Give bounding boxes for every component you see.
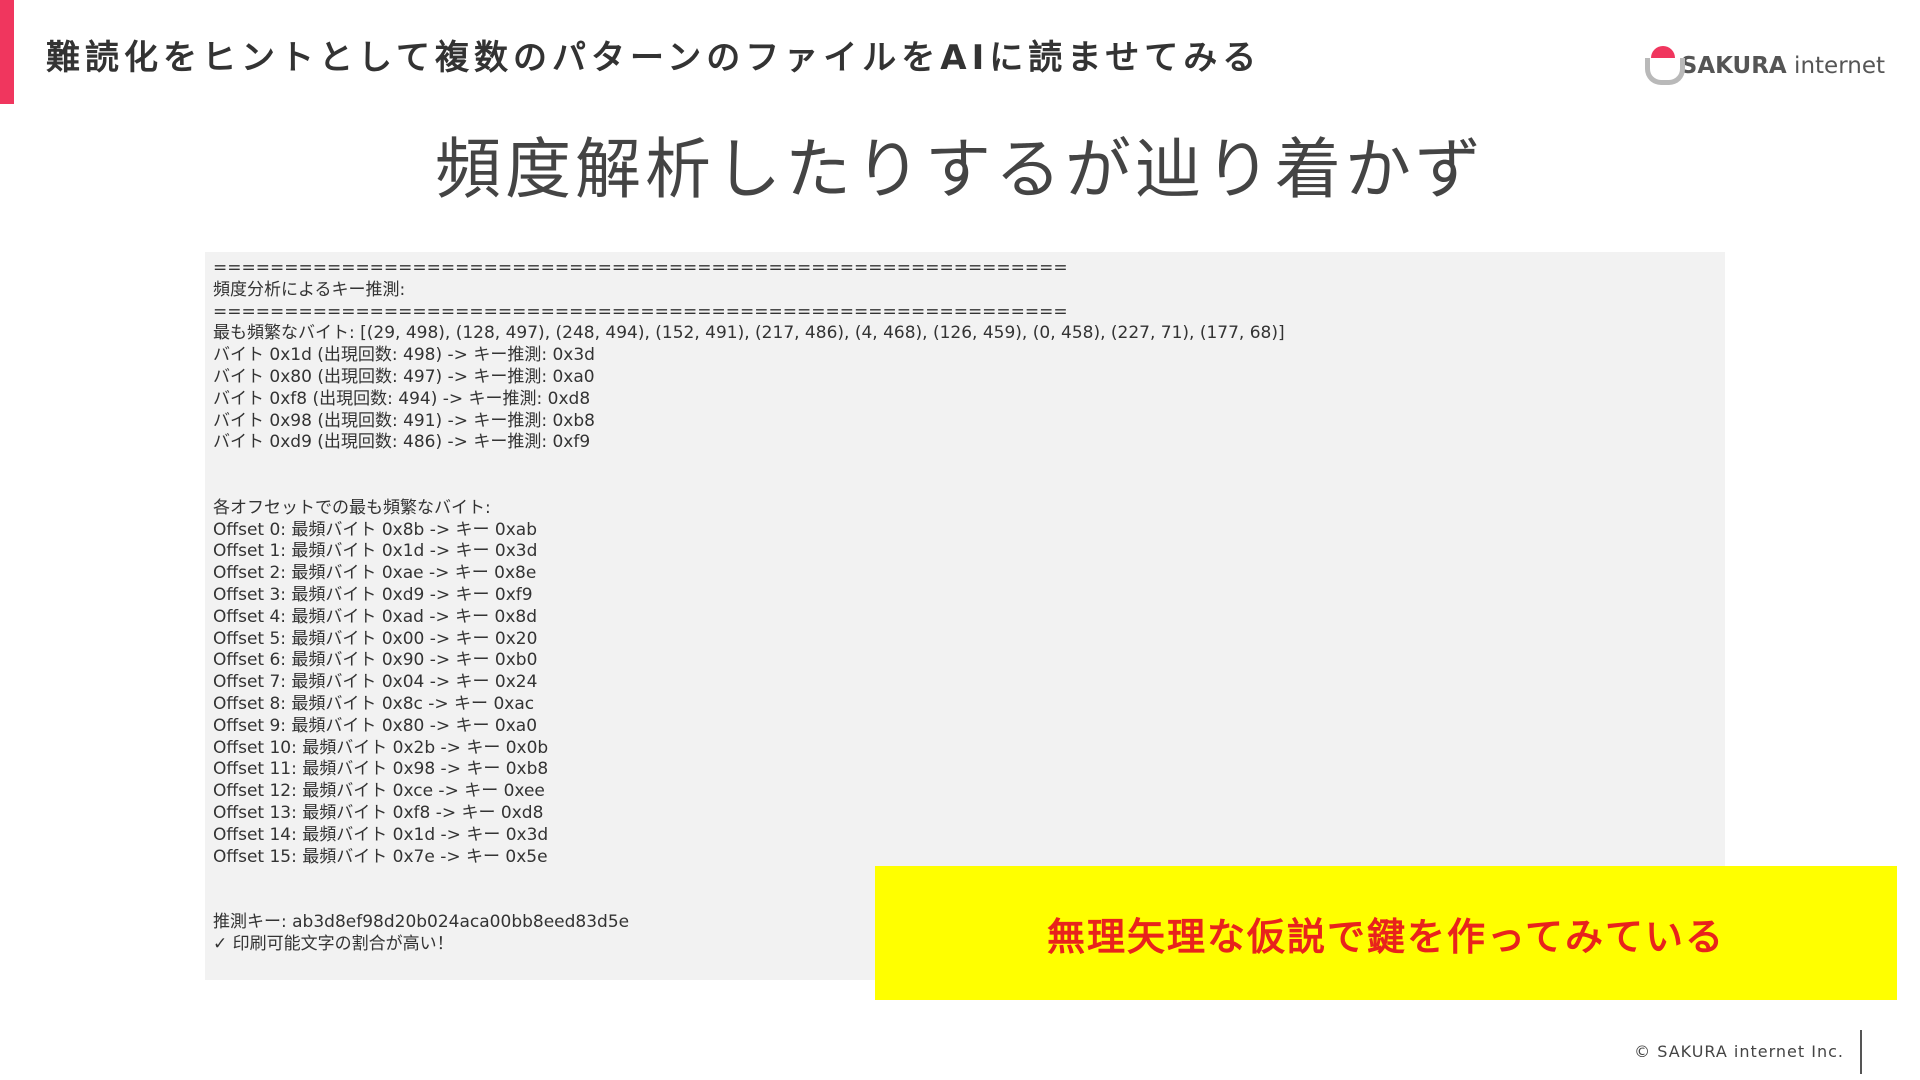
logo-suffix: internet bbox=[1786, 53, 1885, 79]
console-line: バイト 0x1d (出現回数: 498) -> キー推測: 0x3d bbox=[213, 345, 595, 366]
console-line: Offset 7: 最頻バイト 0x04 -> キー 0x24 bbox=[213, 672, 538, 693]
console-line: Offset 5: 最頻バイト 0x00 -> キー 0x20 bbox=[213, 628, 538, 649]
console-line: Offset 9: 最頻バイト 0x80 -> キー 0xa0 bbox=[213, 715, 538, 736]
console-line: Offset 2: 最頻バイト 0xae -> キー 0x8e bbox=[213, 563, 537, 584]
console-line: Offset 1: 最頻バイト 0x1d -> キー 0x3d bbox=[213, 541, 538, 562]
console-lines: ========================================… bbox=[213, 258, 1285, 956]
console-line: Offset 0: 最頻バイト 0x8b -> キー 0xab bbox=[213, 519, 537, 540]
callout-box: 無理矢理な仮説で鍵を作ってみている bbox=[875, 866, 1897, 1000]
console-line: Offset 4: 最頻バイト 0xad -> キー 0x8d bbox=[213, 606, 537, 627]
console-line: Offset 11: 最頻バイト 0x98 -> キー 0xb8 bbox=[213, 759, 549, 780]
console-line: バイト 0x98 (出現回数: 491) -> キー推測: 0xb8 bbox=[213, 410, 595, 431]
console-line: ========================================… bbox=[213, 301, 1068, 322]
console-line: Offset 13: 最頻バイト 0xf8 -> キー 0xd8 bbox=[213, 802, 544, 823]
console-line: 頻度分析によるキー推測: bbox=[213, 279, 406, 300]
copyright: © SAKURA internet Inc. bbox=[1634, 1042, 1844, 1061]
logo-brand: SAKURA bbox=[1680, 53, 1787, 79]
slide-title: 頻度解析したりするが辿り着かず bbox=[435, 131, 1485, 208]
header-accent-bar bbox=[0, 0, 14, 104]
sakura-internet-logo: SAKURA internet bbox=[1644, 38, 1885, 85]
console-line: バイト 0x80 (出現回数: 497) -> キー推測: 0xa0 bbox=[213, 366, 595, 387]
console-output-panel: ========================================… bbox=[205, 252, 1897, 1000]
console-line: バイト 0xf8 (出現回数: 494) -> キー推測: 0xd8 bbox=[213, 388, 591, 409]
console-line: Offset 3: 最頻バイト 0xd9 -> キー 0xf9 bbox=[213, 584, 533, 605]
sakura-logo-icon bbox=[1644, 44, 1685, 85]
console-line: Offset 10: 最頻バイト 0x2b -> キー 0x0b bbox=[213, 737, 549, 758]
header-title: 難読化をヒントとして複数のパターンのファイルをAIに読ませてみる bbox=[46, 38, 1262, 78]
console-line: ========================================… bbox=[213, 258, 1068, 278]
callout-text: 無理矢理な仮説で鍵を作ってみている bbox=[1046, 914, 1726, 959]
footer-divider bbox=[1860, 1030, 1862, 1074]
console-line: Offset 8: 最頻バイト 0x8c -> キー 0xac bbox=[213, 693, 535, 714]
console-line: 各オフセットでの最も頻繁なバイト: bbox=[213, 497, 491, 518]
console-line: Offset 6: 最頻バイト 0x90 -> キー 0xb0 bbox=[213, 650, 538, 671]
console-line: Offset 14: 最頻バイト 0x1d -> キー 0x3d bbox=[213, 824, 549, 845]
console-line: Offset 12: 最頻バイト 0xce -> キー 0xee bbox=[213, 781, 545, 802]
logo-wordmark: SAKURA internet bbox=[1681, 55, 1885, 84]
console-line: バイト 0xd9 (出現回数: 486) -> キー推測: 0xf9 bbox=[213, 432, 591, 453]
console-line: 最も頻繁なバイト: [(29, 498), (128, 497), (248, … bbox=[213, 323, 1285, 344]
